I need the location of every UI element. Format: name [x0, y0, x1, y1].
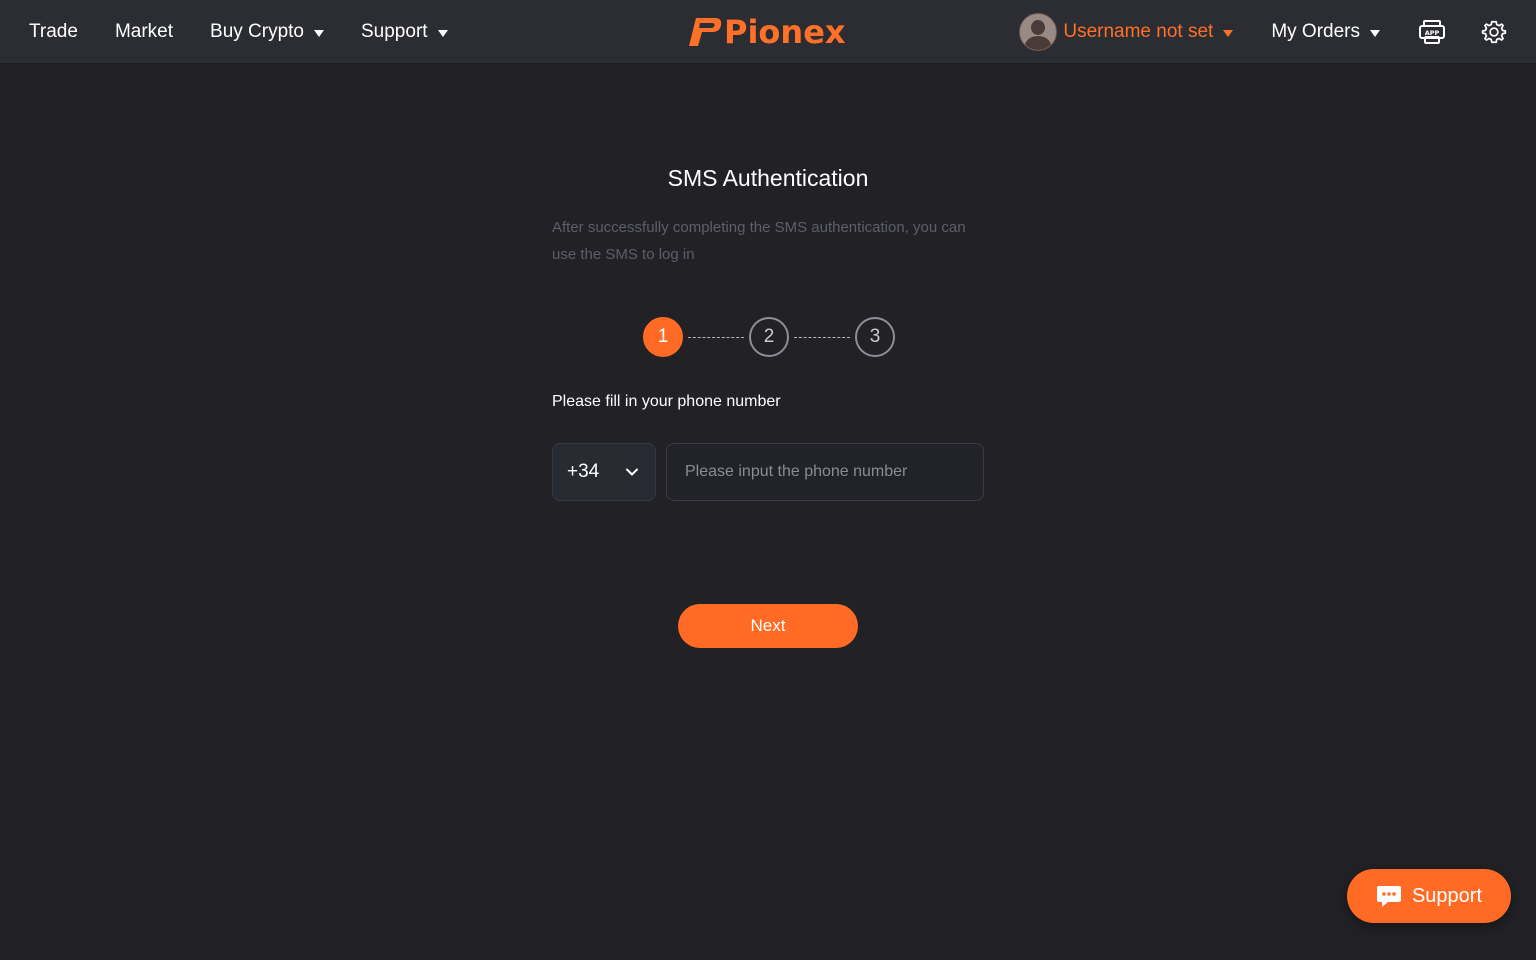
app-download-icon[interactable]: APP — [1418, 18, 1446, 46]
user-name: Username not set — [1063, 21, 1214, 42]
top-navbar: Trade Market Buy Crypto Support Pionex U… — [0, 0, 1536, 64]
my-orders-menu[interactable]: My Orders — [1271, 21, 1380, 43]
svg-text:APP: APP — [1425, 29, 1440, 37]
nav-trade[interactable]: Trade — [29, 21, 78, 43]
support-chat-button[interactable]: Support — [1347, 869, 1511, 923]
gear-icon-graphic — [1481, 20, 1507, 44]
country-code-select[interactable]: +34 — [552, 443, 656, 501]
caret-down-icon — [1223, 29, 1234, 37]
caret-down-icon — [314, 29, 324, 37]
chat-icon — [1376, 886, 1401, 907]
user-menu[interactable]: Username not set — [1019, 13, 1234, 51]
gear-icon[interactable] — [1480, 18, 1508, 46]
caret-down-icon — [437, 29, 448, 37]
nav-support[interactable]: Support — [361, 21, 448, 43]
nav-left: Trade Market Buy Crypto Support — [29, 0, 485, 64]
nav-right: Username not set My Orders APP — [1019, 0, 1536, 64]
pionex-logo[interactable]: Pionex — [688, 14, 846, 50]
chevron-down-icon — [626, 468, 638, 476]
step-connector — [794, 336, 850, 338]
app-download-icon-graphic: APP — [1419, 20, 1445, 44]
my-orders-label: My Orders — [1271, 21, 1360, 42]
avatar — [1019, 13, 1058, 51]
nav-support-label: Support — [361, 21, 428, 42]
next-button[interactable]: Next — [678, 604, 858, 648]
step-3: 3 — [855, 317, 895, 357]
caret-down-icon — [1370, 29, 1380, 37]
page-subtitle: After successfully completing the SMS au… — [552, 219, 966, 263]
step-connector — [688, 336, 744, 338]
nav-market-label: Market — [114, 21, 174, 42]
pionex-logo-mark-icon — [689, 18, 722, 46]
step-indicator: 1 2 3 — [643, 317, 895, 357]
nav-market[interactable]: Market — [115, 21, 173, 43]
nav-trade-label: Trade — [29, 21, 78, 42]
phone-field-label: Please fill in your phone number — [552, 393, 781, 410]
support-chat-label: Support — [1411, 884, 1483, 907]
phone-number-input[interactable] — [666, 443, 984, 501]
step-1: 1 — [643, 317, 683, 357]
step-2: 2 — [749, 317, 789, 357]
nav-buy-crypto[interactable]: Buy Crypto — [210, 21, 324, 43]
country-code-value: +34 — [567, 461, 600, 482]
nav-buy-crypto-label: Buy Crypto — [210, 21, 304, 42]
brand-name: Pionex — [724, 13, 846, 51]
page-title: SMS Authentication — [667, 165, 869, 191]
